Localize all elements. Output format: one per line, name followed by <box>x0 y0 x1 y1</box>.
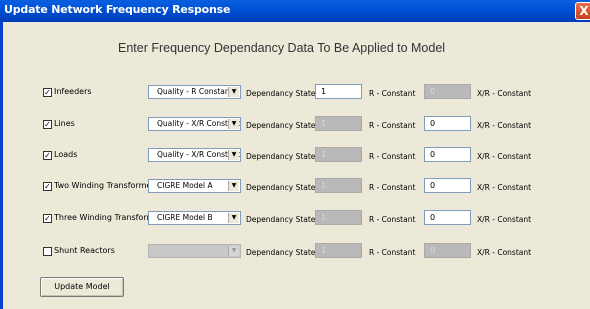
xr-constant-input[interactable]: 0 <box>424 84 471 99</box>
row-0: ✓ Infeeders Quality - R Constant ▼ Depen… <box>0 84 590 110</box>
xr-constant-input[interactable]: 0 <box>424 243 471 258</box>
chevron-down-icon[interactable]: ▼ <box>228 150 239 160</box>
enable-checkbox[interactable] <box>43 247 52 256</box>
model-dropdown[interactable]: Quality - R Constant ▼ <box>148 85 241 99</box>
row-label: Two Winding Transformers <box>54 181 159 190</box>
dependancy-state-label: Dependancy State <box>246 183 316 192</box>
chevron-down-icon[interactable]: ▼ <box>228 213 239 223</box>
row-label: Shunt Reactors <box>54 246 115 255</box>
model-value: CIGRE Model B <box>157 213 213 222</box>
model-dropdown[interactable]: ▼ <box>148 244 241 258</box>
r-constant-label: R - Constant <box>369 183 416 192</box>
model-dropdown[interactable]: CIGRE Model A ▼ <box>148 179 241 193</box>
enable-checkbox[interactable]: ✓ <box>43 182 52 191</box>
title-bar[interactable]: Update Network Frequency Response X <box>0 0 590 22</box>
enable-checkbox[interactable]: ✓ <box>43 151 52 160</box>
r-constant-input[interactable]: 1 <box>315 178 362 193</box>
r-constant-input[interactable]: 1 <box>315 147 362 162</box>
r-constant-input[interactable]: 1 <box>315 116 362 131</box>
xr-constant-label: X/R - Constant <box>477 215 532 224</box>
update-model-button[interactable]: Update Model <box>40 277 124 297</box>
r-constant-input[interactable]: 1 <box>315 84 362 99</box>
chevron-down-icon[interactable]: ▼ <box>228 181 239 191</box>
model-value: CIGRE Model A <box>157 181 213 190</box>
xr-constant-label: X/R - Constant <box>477 121 532 130</box>
chevron-down-icon[interactable]: ▼ <box>228 246 239 256</box>
xr-constant-input[interactable]: 0 <box>424 210 471 225</box>
row-5: Shunt Reactors ▼ Dependancy State 1 R - … <box>0 243 590 269</box>
window-title: Update Network Frequency Response <box>4 3 231 16</box>
dependancy-state-label: Dependancy State <box>246 89 316 98</box>
model-dropdown[interactable]: Quality - X/R Constant (P ▼ <box>148 148 241 162</box>
chevron-down-icon[interactable]: ▼ <box>228 87 239 97</box>
dialog-window: Update Network Frequency Response X Ente… <box>0 0 590 309</box>
r-constant-input[interactable]: 1 <box>315 243 362 258</box>
xr-constant-input[interactable]: 0 <box>424 178 471 193</box>
model-value: Quality - R Constant <box>157 87 233 96</box>
xr-constant-input[interactable]: 0 <box>424 147 471 162</box>
enable-checkbox[interactable]: ✓ <box>43 214 52 223</box>
xr-constant-label: X/R - Constant <box>477 89 532 98</box>
r-constant-label: R - Constant <box>369 121 416 130</box>
row-1: ✓ Lines Quality - X/R Constant ▼ Dependa… <box>0 116 590 142</box>
row-label: Lines <box>54 119 75 128</box>
r-constant-label: R - Constant <box>369 89 416 98</box>
row-label: Loads <box>54 150 78 159</box>
xr-constant-input[interactable]: 0 <box>424 116 471 131</box>
xr-constant-label: X/R - Constant <box>477 152 532 161</box>
xr-constant-label: X/R - Constant <box>477 183 532 192</box>
enable-checkbox[interactable]: ✓ <box>43 88 52 97</box>
model-dropdown[interactable]: CIGRE Model B ▼ <box>148 211 241 225</box>
dependancy-state-label: Dependancy State <box>246 121 316 130</box>
close-button[interactable]: X <box>575 2 590 20</box>
r-constant-input[interactable]: 1 <box>315 210 362 225</box>
model-dropdown[interactable]: Quality - X/R Constant ▼ <box>148 117 241 131</box>
dependancy-state-label: Dependancy State <box>246 248 316 257</box>
enable-checkbox[interactable]: ✓ <box>43 120 52 129</box>
instruction-heading: Enter Frequency Dependancy Data To Be Ap… <box>118 41 446 55</box>
row-4: ✓ Three Winding Transformers CIGRE Model… <box>0 210 590 236</box>
row-2: ✓ Loads Quality - X/R Constant (P ▼ Depe… <box>0 147 590 173</box>
xr-constant-label: X/R - Constant <box>477 248 532 257</box>
dependancy-state-label: Dependancy State <box>246 215 316 224</box>
r-constant-label: R - Constant <box>369 152 416 161</box>
r-constant-label: R - Constant <box>369 248 416 257</box>
dependancy-state-label: Dependancy State <box>246 152 316 161</box>
row-label: Infeeders <box>54 87 92 96</box>
row-3: ✓ Two Winding Transformers CIGRE Model A… <box>0 178 590 204</box>
chevron-down-icon[interactable]: ▼ <box>228 119 239 129</box>
r-constant-label: R - Constant <box>369 215 416 224</box>
